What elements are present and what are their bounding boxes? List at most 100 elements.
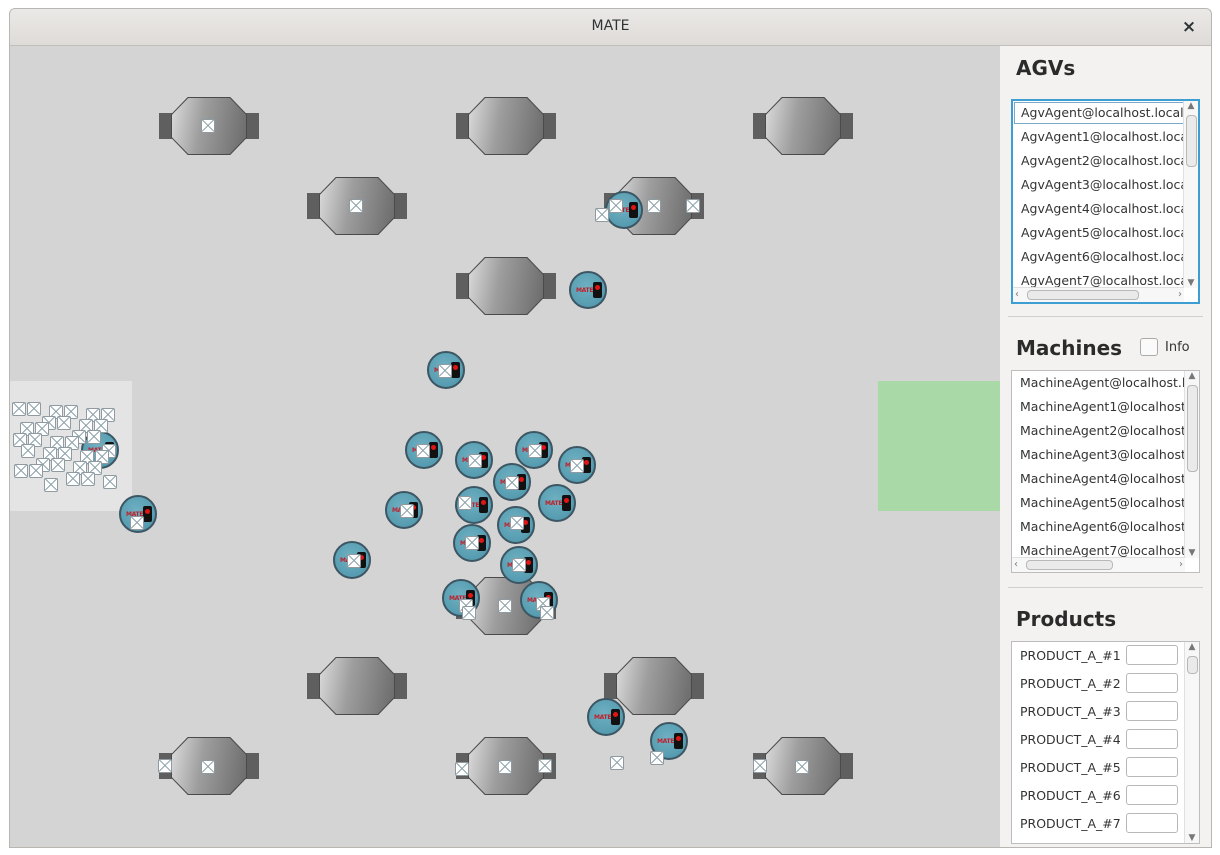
product-name: PRODUCT_A_#1 [1020,648,1121,663]
product-name: PRODUCT_A_#4 [1020,732,1121,747]
product-package-icon [610,756,624,770]
product-package-icon [538,759,552,773]
product-package-icon [540,606,554,620]
product-status-field[interactable] [1126,701,1178,721]
product-package-icon [29,464,43,478]
product-package-icon [510,516,524,530]
product-package-icon [130,516,144,530]
agv-list[interactable]: AgvAgent@localhost.locald AgvAgent1@local… [1011,99,1200,304]
agv-list-item[interactable]: AgvAgent3@localhost.local [1013,173,1198,197]
info-label: Info [1165,340,1190,355]
product-status-field[interactable] [1126,645,1178,665]
product-package-icon [44,478,58,492]
product-list[interactable]: PRODUCT_A_#1 PRODUCT_A_#2 PRODUCT_A_#3 PROD… [1011,641,1200,844]
machine-list-item[interactable]: MachineAgent6@localhost. [1012,515,1199,539]
agv-device-icon [479,497,488,513]
product-package-icon [609,199,623,213]
machine-list-item[interactable]: MachineAgent5@localhost. [1012,491,1199,515]
product-package-icon [753,759,767,773]
product-status-field[interactable] [1126,673,1178,693]
machine-list-item[interactable]: MachineAgent4@localhost. [1012,467,1199,491]
factory-floor-canvas: MATEMATEMATEMATEMATEMATEMATEMATEMATEMATE… [10,46,1000,847]
product-package-icon [462,606,476,620]
agv-robot[interactable]: MATE [587,698,625,736]
product-package-icon [21,444,35,458]
product-package-icon [498,599,512,613]
title-bar[interactable]: MATE × [10,9,1211,46]
section-divider [1008,587,1203,588]
agv-logo: MATE [657,738,675,745]
agv-robot[interactable]: MATE [538,484,576,522]
product-package-icon [795,760,809,774]
machine-list-item[interactable]: MachineAgent2@localhost. [1012,419,1199,443]
product-name: PRODUCT_A_#6 [1020,788,1121,803]
product-sink-area [878,381,1000,511]
product-package-icon [686,199,700,213]
machine-list-item[interactable]: MachineAgent@localhost.lo [1012,371,1199,395]
product-name: PRODUCT_A_#5 [1020,760,1121,775]
agv-list-item[interactable]: AgvAgent4@localhost.local [1013,197,1198,221]
agv-list-item[interactable]: AgvAgent5@localhost.local [1013,221,1198,245]
product-list-vertical-scrollbar[interactable]: ▲ ▼ [1184,642,1199,843]
product-status-field[interactable] [1126,729,1178,749]
product-package-icon [57,416,71,430]
product-row: PRODUCT_A_#2 [1012,670,1199,698]
product-row: PRODUCT_A_#6 [1012,782,1199,810]
product-status-field[interactable] [1126,757,1178,777]
agv-device-icon [629,202,638,218]
product-row: PRODUCT_A_#1 [1012,642,1199,670]
product-package-icon [438,364,452,378]
product-status-field[interactable] [1126,813,1178,833]
window-title: MATE [591,18,630,34]
product-package-icon [12,402,26,416]
product-package-icon [505,476,519,490]
product-package-icon [66,472,80,486]
agv-list-vertical-scrollbar[interactable]: ▲ ▼ [1183,101,1198,288]
machine-list[interactable]: MachineAgent@localhost.lo MachineAgent1@l… [1011,370,1200,573]
product-name: PRODUCT_A_#7 [1020,816,1121,831]
agv-logo: MATE [576,287,594,294]
machine-list-item[interactable]: MachineAgent3@localhost. [1012,443,1199,467]
agv-device-icon [562,495,571,511]
product-row: PRODUCT_A_#3 [1012,698,1199,726]
product-package-icon [528,444,542,458]
machine-list-vertical-scrollbar[interactable]: ▲ ▼ [1184,371,1199,558]
product-name: PRODUCT_A_#2 [1020,676,1121,691]
product-package-icon [347,554,361,568]
product-package-icon [647,199,661,213]
machine-station[interactable] [307,657,407,716]
info-checkbox[interactable] [1140,338,1158,356]
close-button[interactable]: × [1177,15,1201,39]
machine-station[interactable] [456,97,556,156]
agv-list-item[interactable]: AgvAgent@localhost.locald [1013,101,1198,125]
product-package-icon [103,475,117,489]
agv-list-horizontal-scrollbar[interactable]: ‹ › [1013,287,1184,302]
machine-station[interactable] [753,97,853,156]
agv-device-icon [593,282,602,298]
app-window: MATE × MATEMATEMATEMATEMATEMATEMATEMATEM… [9,8,1212,848]
machines-title: Machines [1016,336,1123,360]
agv-robot[interactable]: MATE [569,271,607,309]
agv-device-icon [451,362,460,378]
product-package-icon [498,760,512,774]
sidebar: AGVs AgvAgent@localhost.locald AgvAgent1@… [1000,46,1211,847]
agv-list-item[interactable]: AgvAgent1@localhost.local [1013,125,1198,149]
product-package-icon [512,558,526,572]
agv-list-item[interactable]: AgvAgent6@localhost.local [1013,245,1198,269]
agv-device-icon [143,506,152,522]
product-package-icon [87,430,101,444]
product-package-icon [595,208,609,222]
machine-station[interactable] [456,257,556,316]
machine-list-horizontal-scrollbar[interactable]: ‹ › [1012,557,1185,572]
machine-list-item[interactable]: MachineAgent1@localhost. [1012,395,1199,419]
product-package-icon [400,504,414,518]
product-package-icon [455,762,469,776]
product-package-icon [201,760,215,774]
product-row: PRODUCT_A_#5 [1012,754,1199,782]
product-package-icon [14,464,28,478]
product-status-field[interactable] [1126,785,1178,805]
product-row: PRODUCT_A_#7 [1012,810,1199,838]
product-package-icon [201,119,215,133]
agv-list-item[interactable]: AgvAgent2@localhost.local [1013,149,1198,173]
product-package-icon [349,199,363,213]
